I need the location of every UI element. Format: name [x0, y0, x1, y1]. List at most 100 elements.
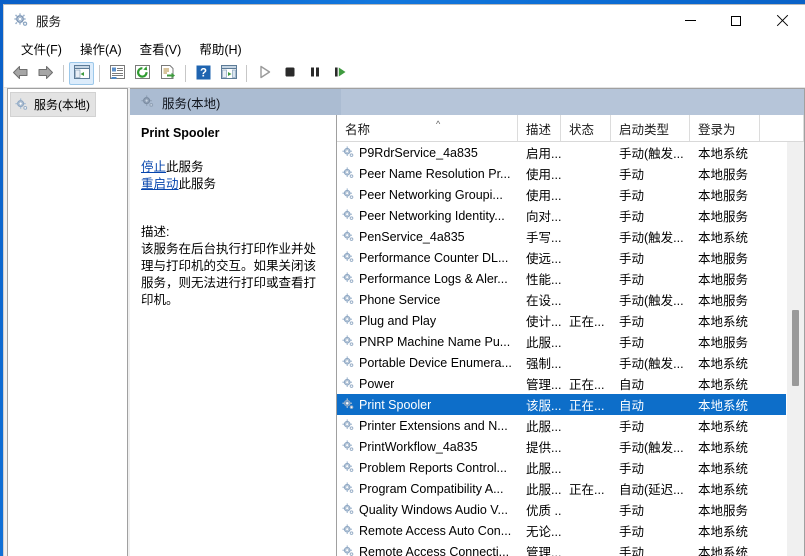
- column-header-description[interactable]: 描述: [518, 115, 561, 141]
- help-button[interactable]: ?: [191, 62, 216, 85]
- restart-service-button[interactable]: [327, 62, 352, 85]
- service-gear-icon: [342, 419, 355, 432]
- cell-log-on-as: 本地系统: [698, 357, 749, 371]
- minimize-button[interactable]: [667, 5, 713, 36]
- cell-name: P9RdrService_4a835: [337, 146, 518, 160]
- cell-status: 正在...: [569, 483, 605, 497]
- cell-name: Peer Networking Groupi...: [337, 188, 518, 202]
- table-row[interactable]: PNRP Machine Name Pu... 此服... 手动 本地服务: [337, 331, 786, 352]
- restart-service-link[interactable]: 重启动: [141, 177, 179, 191]
- scrollbar-thumb[interactable]: [792, 310, 799, 386]
- cell-startup-type: 手动(触发...: [619, 294, 684, 308]
- service-gear-icon: [342, 335, 355, 348]
- stop-service-row: 停止此服务: [141, 159, 324, 176]
- export-list-button[interactable]: [155, 62, 180, 85]
- menu-file[interactable]: 文件(F): [12, 37, 71, 60]
- table-row[interactable]: Peer Name Resolution Pr... 使用... 手动 本地服务: [337, 163, 786, 184]
- tree-item-services-local[interactable]: 服务(本地): [10, 92, 96, 117]
- back-button[interactable]: [8, 62, 33, 85]
- sort-ascending-icon: ^: [436, 119, 441, 129]
- forward-button[interactable]: [33, 62, 58, 85]
- column-header-startup-type[interactable]: 启动类型: [611, 115, 690, 141]
- cell-startup-type: 手动: [619, 273, 645, 287]
- column-header-name[interactable]: 名称 ^: [337, 115, 518, 141]
- stop-service-link[interactable]: 停止: [141, 160, 166, 174]
- maximize-button[interactable]: [713, 5, 759, 36]
- vertical-scrollbar[interactable]: [786, 142, 804, 556]
- cell-startup-type: 手动: [619, 420, 645, 434]
- table-row[interactable]: P9RdrService_4a835 启用... 手动(触发... 本地系统: [337, 142, 786, 163]
- service-name-text: Portable Device Enumera...: [359, 355, 512, 370]
- services-gear-icon: [141, 95, 155, 109]
- refresh-button[interactable]: [130, 62, 155, 85]
- stop-service-button[interactable]: [277, 62, 302, 85]
- help-icon: ?: [196, 65, 211, 83]
- show-details-button[interactable]: [216, 62, 241, 85]
- cell-log-on-as: 本地服务: [698, 504, 749, 518]
- service-name-text: Plug and Play: [359, 313, 437, 328]
- table-row[interactable]: Program Compatibility A... 此服... 正在... 自动(延…: [337, 478, 786, 499]
- service-name-text: Performance Counter DL...: [359, 250, 509, 265]
- table-row[interactable]: PrintWorkflow_4a835 提供... 手动(触发... 本地系统: [337, 436, 786, 457]
- table-row[interactable]: Problem Reports Control... 此服... 手动 本地系统: [337, 457, 786, 478]
- cell-startup-type: 手动: [619, 168, 645, 182]
- properties-button[interactable]: [105, 62, 130, 85]
- cell-description: 使用...: [526, 168, 561, 182]
- service-name-text: Phone Service: [359, 292, 441, 307]
- start-service-button[interactable]: [252, 62, 277, 85]
- cell-description: 向对...: [526, 210, 561, 224]
- arrow-right-icon: [37, 65, 54, 83]
- column-header-log-on-as[interactable]: 登录为: [690, 115, 760, 141]
- cell-name: Performance Logs & Aler...: [337, 272, 518, 286]
- cell-log-on-as: 本地系统: [698, 378, 749, 392]
- table-row[interactable]: Portable Device Enumera... 强制... 手动(触发... 本…: [337, 352, 786, 373]
- cell-startup-type: 自动(延迟...: [619, 483, 684, 497]
- service-gear-icon: [342, 314, 355, 327]
- cell-log-on-as: 本地服务: [698, 210, 749, 224]
- cell-name: Performance Counter DL...: [337, 251, 518, 265]
- restart-service-suffix: 此服务: [178, 177, 217, 191]
- service-name-text: Peer Name Resolution Pr...: [359, 166, 511, 181]
- service-gear-icon: [342, 503, 355, 516]
- cell-log-on-as: 本地服务: [698, 168, 749, 182]
- cell-status: 正在...: [569, 378, 605, 392]
- table-row[interactable]: Printer Extensions and N... 此服... 手动 本地系统: [337, 415, 786, 436]
- show-console-tree-button[interactable]: [69, 62, 94, 85]
- service-gear-icon: [342, 461, 355, 474]
- arrow-left-icon: [12, 65, 29, 83]
- banner-title: 服务(本地): [162, 96, 221, 111]
- table-row[interactable]: Plug and Play 使计... 正在... 手动 本地系统: [337, 310, 786, 331]
- properties-icon: [109, 64, 126, 83]
- table-row[interactable]: Quality Windows Audio V... 优质 ... 手动 本地服务: [337, 499, 786, 520]
- table-row[interactable]: Remote Access Connecti... 管理... 手动 本地系统: [337, 541, 786, 556]
- table-row[interactable]: Performance Counter DL... 使远... 手动 本地服务: [337, 247, 786, 268]
- pause-service-button[interactable]: [302, 62, 327, 85]
- maximize-icon: [731, 15, 741, 26]
- description-label: 描述:: [141, 225, 170, 239]
- table-row[interactable]: Peer Networking Groupi... 使用... 手动 本地服务: [337, 184, 786, 205]
- export-icon: [160, 64, 176, 83]
- services-rows: P9RdrService_4a835 启用... 手动(触发... 本地系统 Peer…: [337, 142, 786, 556]
- table-row[interactable]: Print Spooler 该服... 正在... 自动 本地系统: [337, 394, 786, 415]
- menu-view[interactable]: 查看(V): [131, 37, 191, 60]
- close-button[interactable]: [759, 5, 805, 36]
- table-row[interactable]: Remote Access Auto Con... 无论... 手动 本地系统: [337, 520, 786, 541]
- close-icon: [776, 15, 788, 27]
- service-name-text: PrintWorkflow_4a835: [359, 439, 478, 454]
- table-row[interactable]: Peer Networking Identity... 向对... 手动 本地服务: [337, 205, 786, 226]
- description-text: 该服务在后台执行打印作业并处理与打印机的交互。如果关闭该服务，则无法进行打印或查…: [141, 242, 317, 307]
- service-name-text: PenService_4a835: [359, 229, 465, 244]
- column-header-status[interactable]: 状态: [561, 115, 611, 141]
- cell-description: 性能...: [526, 273, 561, 287]
- cell-name: Peer Name Resolution Pr...: [337, 167, 518, 181]
- cell-startup-type: 手动: [619, 252, 645, 266]
- menu-help[interactable]: 帮助(H): [190, 37, 250, 60]
- cell-description: 此服...: [526, 483, 561, 497]
- table-row[interactable]: Power 管理... 正在... 自动 本地系统: [337, 373, 786, 394]
- table-row[interactable]: Performance Logs & Aler... 性能... 手动 本地服务: [337, 268, 786, 289]
- table-row[interactable]: Phone Service 在设... 手动(触发... 本地服务: [337, 289, 786, 310]
- table-row[interactable]: PenService_4a835 手写... 手动(触发... 本地系统: [337, 226, 786, 247]
- stop-service-suffix: 此服务: [166, 160, 204, 174]
- menu-action[interactable]: 操作(A): [71, 37, 131, 60]
- details-icon: [220, 64, 237, 83]
